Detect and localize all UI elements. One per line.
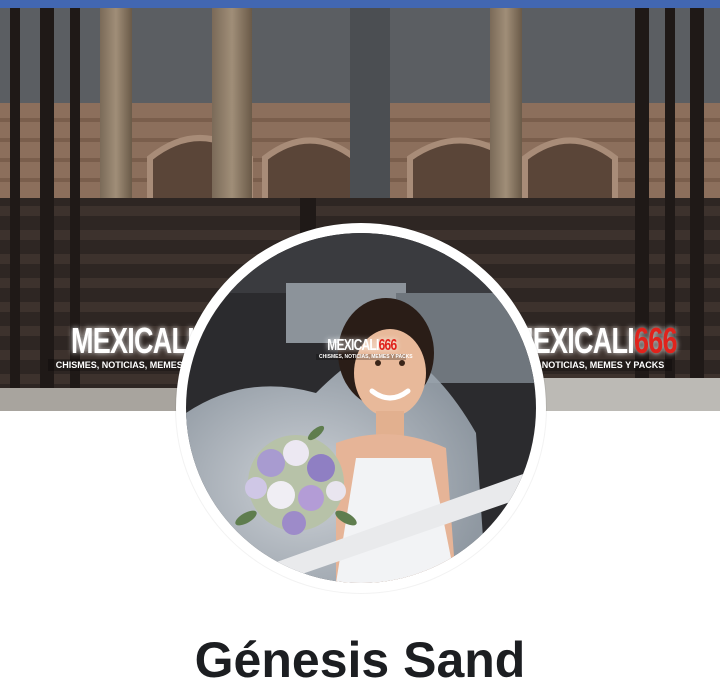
profile-photo-image [186, 233, 536, 583]
profile-picture[interactable]: MEXICALI666 CHISMES, NOTICIAS, MEMES Y P… [176, 223, 546, 593]
profile-name: Génesis Sand [194, 632, 526, 688]
app-header-bar [0, 0, 720, 8]
avatar: MEXICALI666 CHISMES, NOTICIAS, MEMES Y P… [186, 233, 536, 583]
